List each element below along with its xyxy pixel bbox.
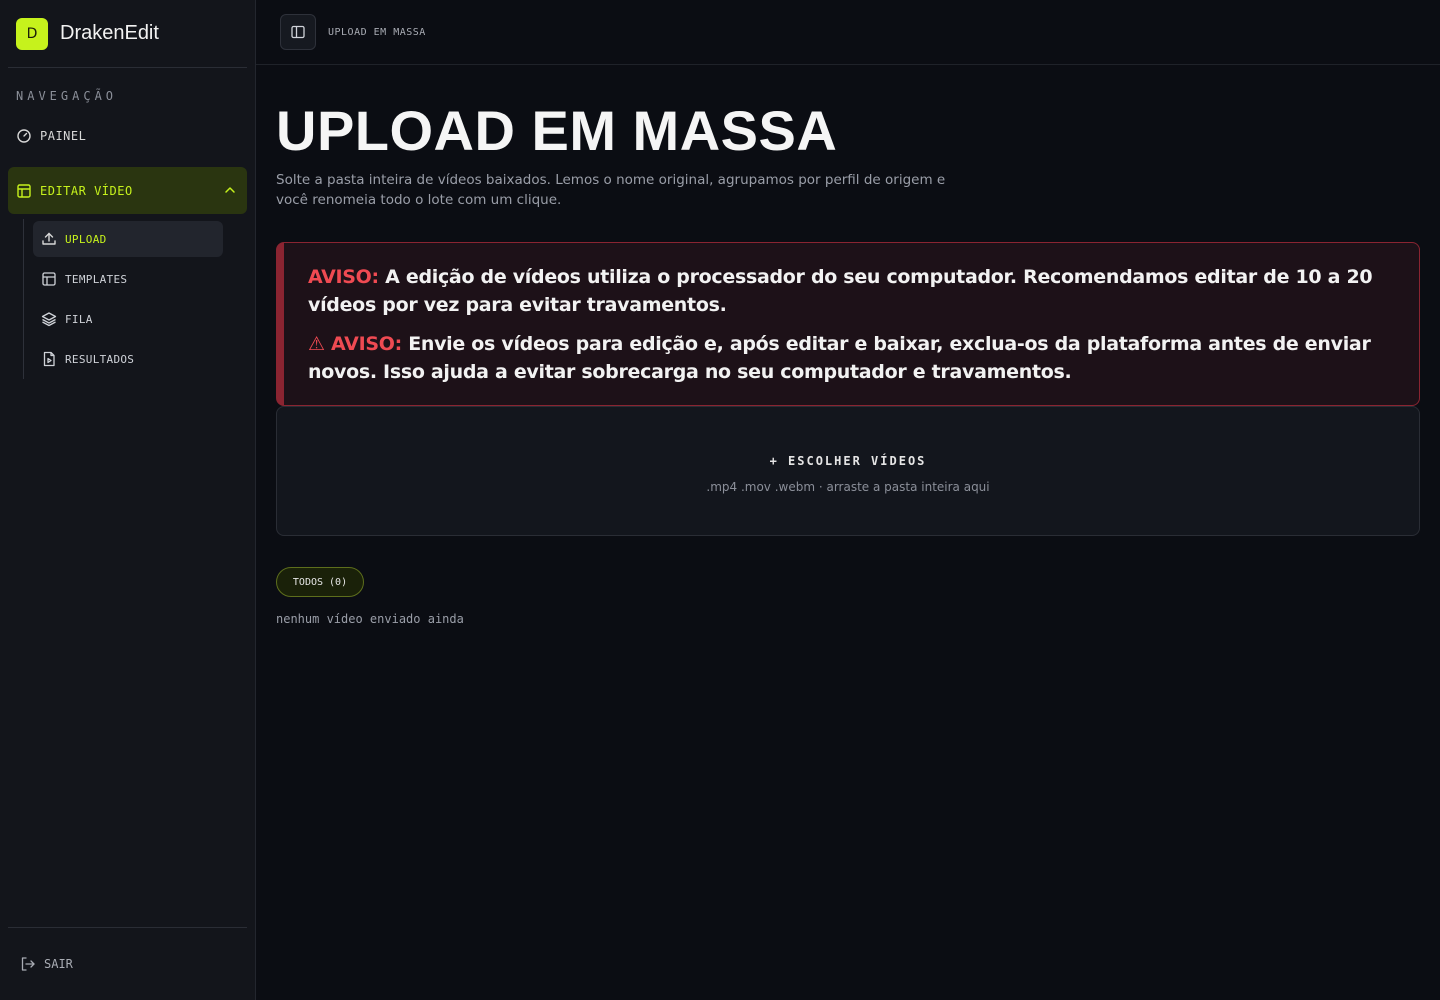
warning-text: Envie os vídeos para edição e, após edit…	[308, 333, 1371, 383]
topbar: UPLOAD EM MASSA	[256, 0, 1440, 65]
logout-button[interactable]: SAIR	[20, 954, 73, 974]
sidebar-item-label: FILA	[65, 312, 93, 326]
main-content: UPLOAD EM MASSA UPLOAD EM MASSA Solte a …	[256, 0, 1440, 1000]
video-dropzone[interactable]: + ESCOLHER VÍDEOS .mp4 .mov .webm · arra…	[276, 406, 1420, 536]
breadcrumb: UPLOAD EM MASSA	[328, 26, 426, 38]
warning-message-2: ⚠ AVISO: Envie os vídeos para edição e, …	[308, 330, 1395, 386]
choose-videos-button[interactable]: + ESCOLHER VÍDEOS	[277, 454, 1419, 468]
sidebar-item-upload[interactable]: UPLOAD	[33, 221, 223, 257]
brand[interactable]: D DrakenEdit	[8, 0, 247, 68]
warning-box: AVISO: A edição de vídeos utiliza o proc…	[276, 242, 1420, 406]
log-out-icon	[20, 956, 36, 972]
page-title: UPLOAD EM MASSA	[276, 99, 838, 162]
warning-text: A edição de vídeos utiliza o processador…	[308, 266, 1373, 316]
file-video-icon	[41, 351, 57, 367]
brand-name: DrakenEdit	[60, 22, 159, 44]
upload-icon	[41, 231, 57, 247]
sidebar-item-label: RESULTADOS	[65, 352, 135, 366]
sidebar-item-label: TEMPLATES	[65, 272, 128, 286]
nav-item-editar-label: EDITAR VÍDEO	[40, 183, 133, 198]
layout-icon	[41, 271, 57, 287]
filter-all-pill[interactable]: TODOS (0)	[276, 567, 364, 597]
panel-left-icon	[291, 25, 305, 39]
sidebar-item-templates[interactable]: TEMPLATES	[33, 261, 223, 297]
gauge-icon	[16, 128, 32, 144]
dropzone-hint: .mp4 .mov .webm · arraste a pasta inteir…	[706, 480, 990, 494]
nav-item-editar-video[interactable]: EDITAR VÍDEO	[8, 167, 247, 214]
sidebar-item-resultados[interactable]: RESULTADOS	[33, 341, 223, 377]
nav-item-painel-label: PAINEL	[40, 129, 87, 143]
nav-item-painel[interactable]: PAINEL	[8, 116, 247, 156]
divider	[8, 927, 247, 928]
layers-icon	[41, 311, 57, 327]
sidebar-item-label: UPLOAD	[65, 232, 107, 246]
sidebar-item-fila[interactable]: FILA	[33, 301, 223, 337]
sidebar-toggle-button[interactable]	[280, 14, 316, 50]
nav-section-label: NAVEGAÇÃO	[16, 89, 118, 103]
logout-label: SAIR	[44, 957, 73, 971]
chevron-up-icon[interactable]	[223, 183, 237, 197]
warning-label: ⚠ AVISO:	[308, 333, 402, 355]
empty-state-message: nenhum vídeo enviado ainda	[276, 612, 464, 626]
brand-logo: D	[16, 17, 48, 50]
subnav-line	[23, 219, 24, 379]
warning-message-1: AVISO: A edição de vídeos utiliza o proc…	[308, 263, 1395, 319]
sidebar: D DrakenEdit NAVEGAÇÃO PAINEL EDITAR VÍD…	[0, 0, 256, 1000]
app-root: D DrakenEdit NAVEGAÇÃO PAINEL EDITAR VÍD…	[0, 0, 1440, 1000]
layout-icon	[16, 183, 32, 199]
warning-label: AVISO:	[308, 266, 379, 288]
page-subtitle: Solte a pasta inteira de vídeos baixados…	[276, 172, 946, 208]
